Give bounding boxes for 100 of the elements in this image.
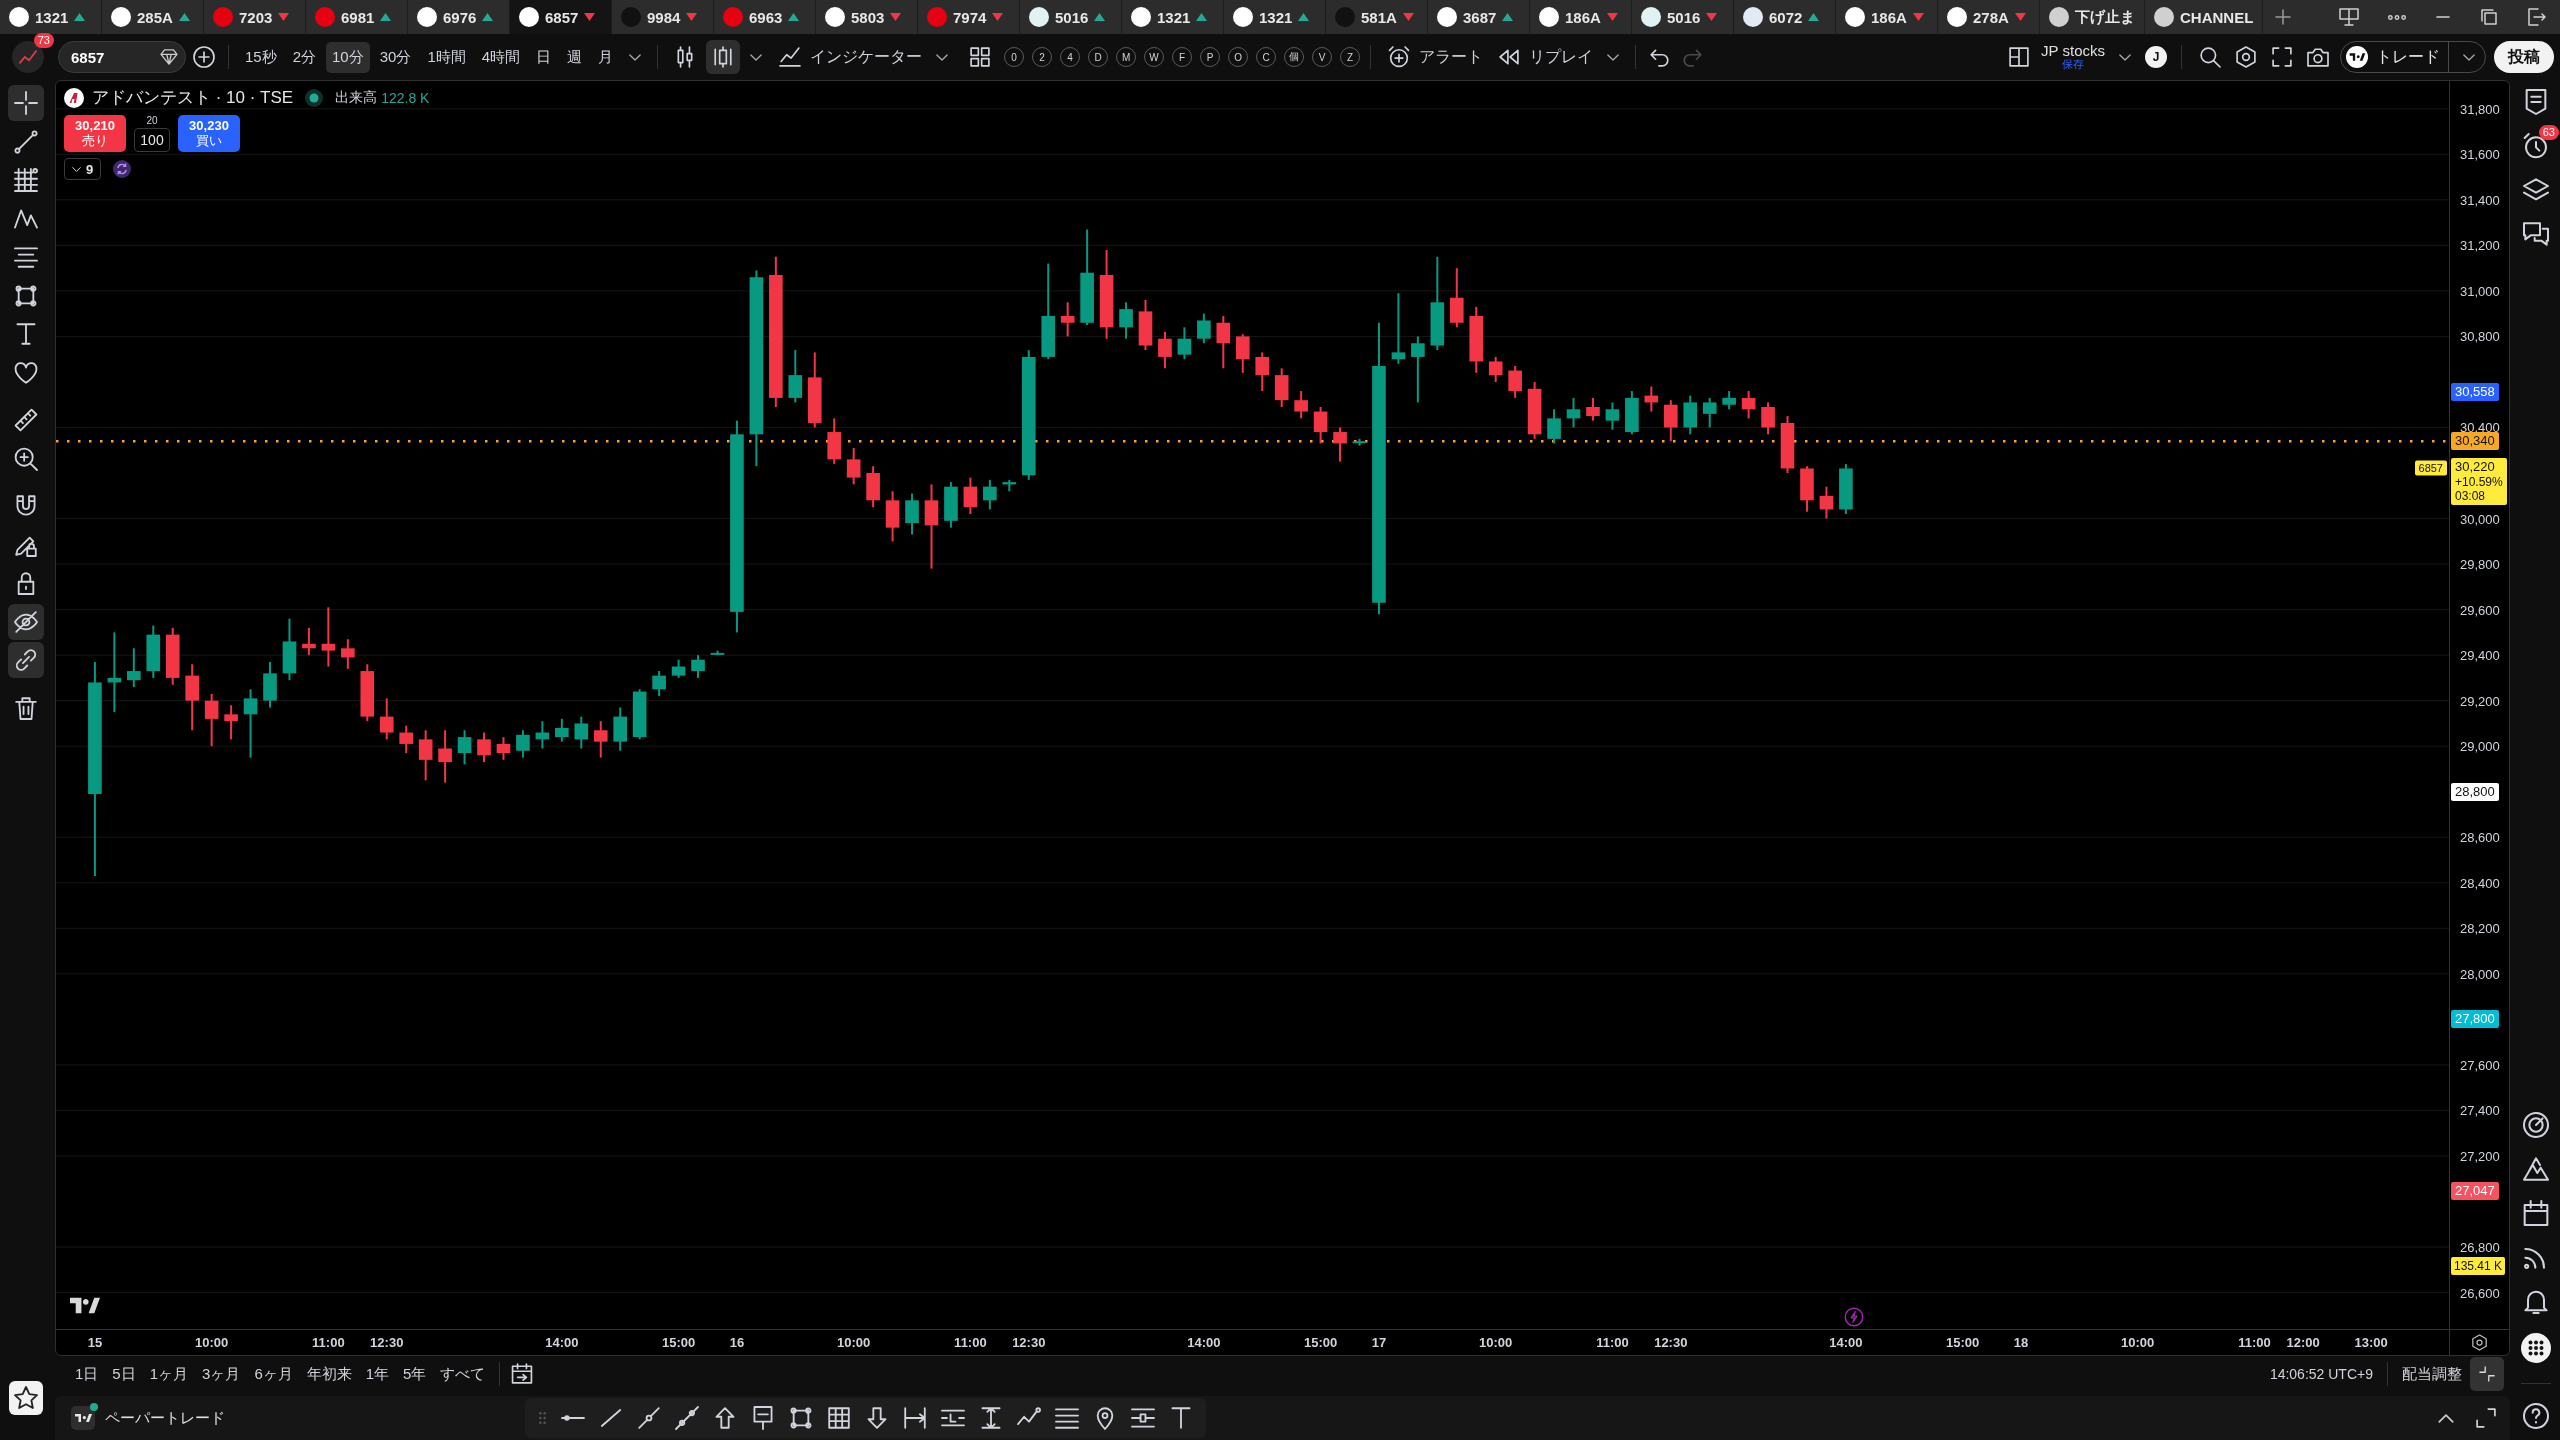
grid-icon[interactable] (15, 169, 37, 191)
tab[interactable]: 5803 (816, 0, 918, 34)
text-tool-icon[interactable] (1170, 1407, 1192, 1429)
arrow-up-icon[interactable] (714, 1407, 736, 1429)
layout-name-button[interactable]: JP stocks 保存 (2041, 43, 2105, 71)
tab[interactable]: 1321 (0, 0, 102, 34)
expand-icon[interactable] (2476, 1408, 2496, 1428)
indicators-button[interactable]: インジケーター (772, 46, 927, 68)
layers-icon[interactable] (2524, 178, 2548, 202)
layout-icon[interactable] (2009, 47, 2030, 67)
line-nodes-icon[interactable] (676, 1407, 698, 1429)
diagonal-line-icon[interactable] (600, 1407, 622, 1429)
help-icon[interactable] (2524, 1404, 2548, 1428)
user-avatar[interactable]: J (2145, 46, 2167, 68)
camera-icon[interactable] (2308, 47, 2328, 67)
undo-icon[interactable] (1650, 47, 1671, 67)
lock-icon[interactable] (15, 572, 37, 594)
link-icon[interactable] (8, 642, 44, 678)
range-button[interactable]: 3ヶ月 (196, 1360, 247, 1388)
more-icon[interactable] (2388, 14, 2406, 20)
exit-icon[interactable] (2528, 8, 2546, 26)
bell-icon[interactable] (2524, 1289, 2548, 1313)
calendar-icon[interactable] (2524, 1201, 2548, 1225)
caret-icon[interactable] (750, 53, 763, 61)
gem-icon[interactable] (161, 49, 177, 65)
tab[interactable]: 6976 (408, 0, 510, 34)
search-icon[interactable] (2200, 47, 2220, 67)
range-button[interactable]: 5年 (397, 1360, 433, 1388)
symbol-search-field[interactable]: 6857 (58, 41, 186, 73)
candlestick-icon[interactable] (675, 47, 696, 67)
tab[interactable]: 278A (1938, 0, 2040, 34)
horizontal-lines-icon[interactable] (1056, 1407, 1078, 1429)
heart-icon[interactable] (15, 361, 37, 384)
sell-button[interactable]: 30,210 売り (64, 115, 126, 152)
apps-icon[interactable] (2521, 1333, 2551, 1363)
range-button[interactable]: 1年 (359, 1360, 396, 1388)
interval-button[interactable]: 日 (530, 41, 558, 73)
clock[interactable]: 14:06:52 UTC+9 (2269, 1366, 2373, 1382)
lines-icon[interactable] (15, 246, 37, 268)
candlestick-icon[interactable] (706, 40, 741, 74)
calendar-icon[interactable] (512, 1364, 533, 1384)
lightning-icon[interactable] (1843, 1307, 1864, 1327)
monitor-icon[interactable] (2340, 8, 2358, 26)
interval-button[interactable]: 2分 (286, 41, 323, 73)
tab[interactable]: 9984 (612, 0, 714, 34)
drag-handle-icon[interactable] (539, 1412, 546, 1424)
tab[interactable]: 581A (1326, 0, 1428, 34)
alarm-clock-icon[interactable] (2524, 134, 2548, 158)
tab[interactable]: 下げ止ま (2040, 0, 2145, 34)
mountain-icon[interactable] (2524, 1157, 2548, 1181)
chat-icon[interactable] (2524, 222, 2548, 246)
tab[interactable]: 5016 (1632, 0, 1734, 34)
range-button[interactable]: 6ヶ月 (248, 1360, 299, 1388)
caret-icon[interactable] (936, 53, 949, 61)
document-icon[interactable] (2524, 90, 2548, 114)
grid-icon[interactable] (828, 1407, 850, 1429)
tab[interactable]: 6981 (306, 0, 408, 34)
legend-toggle-button[interactable]: 9 (64, 158, 102, 180)
caret-icon[interactable] (629, 53, 642, 61)
lines-icon[interactable] (942, 1407, 964, 1429)
four-squares-icon[interactable] (970, 47, 991, 67)
tab[interactable]: 1321 (1122, 0, 1224, 34)
logo-icon[interactable] (70, 1296, 100, 1315)
dividend-adjust-button[interactable]: 配当調整 (2402, 1364, 2462, 1384)
replay-button[interactable]: リプレイ (1491, 46, 1598, 68)
caret-icon[interactable] (1607, 53, 1620, 61)
interval-button[interactable]: 10分 (326, 41, 370, 73)
collapse-icon[interactable] (2470, 1357, 2504, 1391)
interval-button[interactable]: 15秒 (239, 41, 283, 73)
tab[interactable]: 186A (1836, 0, 1938, 34)
tab[interactable]: 6072 (1734, 0, 1836, 34)
height-arrow-icon[interactable] (980, 1407, 1002, 1429)
signal-icon[interactable] (2524, 1245, 2548, 1269)
interval-button[interactable]: 4時間 (475, 41, 527, 73)
interval-button[interactable]: 30分 (373, 41, 418, 73)
tab[interactable]: 6857 (510, 0, 612, 34)
plus-icon[interactable] (2275, 9, 2292, 25)
magnet-icon[interactable] (15, 495, 37, 517)
range-button[interactable]: すべて (434, 1360, 492, 1388)
caret-icon[interactable] (2119, 53, 2131, 61)
interval-button[interactable]: 月 (592, 41, 620, 73)
line-node-icon[interactable] (638, 1407, 660, 1429)
eye-off-icon[interactable] (8, 603, 44, 640)
symbol-title[interactable]: アドバンテスト · 10 · TSE (92, 86, 294, 109)
buy-button[interactable]: 30,230 買い (178, 115, 240, 152)
lines-icon[interactable] (1132, 1407, 1154, 1429)
tab[interactable]: 5016 (1020, 0, 1122, 34)
tab[interactable]: 6963 (714, 0, 816, 34)
range-button[interactable]: 年初来 (300, 1360, 358, 1388)
map-pin-icon[interactable] (1094, 1407, 1116, 1429)
range-button[interactable]: 1ヶ月 (143, 1360, 195, 1388)
zoom-in-icon[interactable] (15, 447, 37, 470)
range-button[interactable]: 1日 (69, 1360, 105, 1388)
interval-button[interactable]: 1時間 (421, 41, 472, 73)
range-button[interactable]: 5日 (106, 1360, 142, 1388)
crosshair-icon[interactable] (8, 85, 44, 121)
sync-icon[interactable] (113, 160, 132, 178)
restore-icon[interactable] (2480, 8, 2498, 26)
alarm-clock-icon[interactable] (1389, 47, 1410, 67)
tab[interactable]: 285A (102, 0, 204, 34)
